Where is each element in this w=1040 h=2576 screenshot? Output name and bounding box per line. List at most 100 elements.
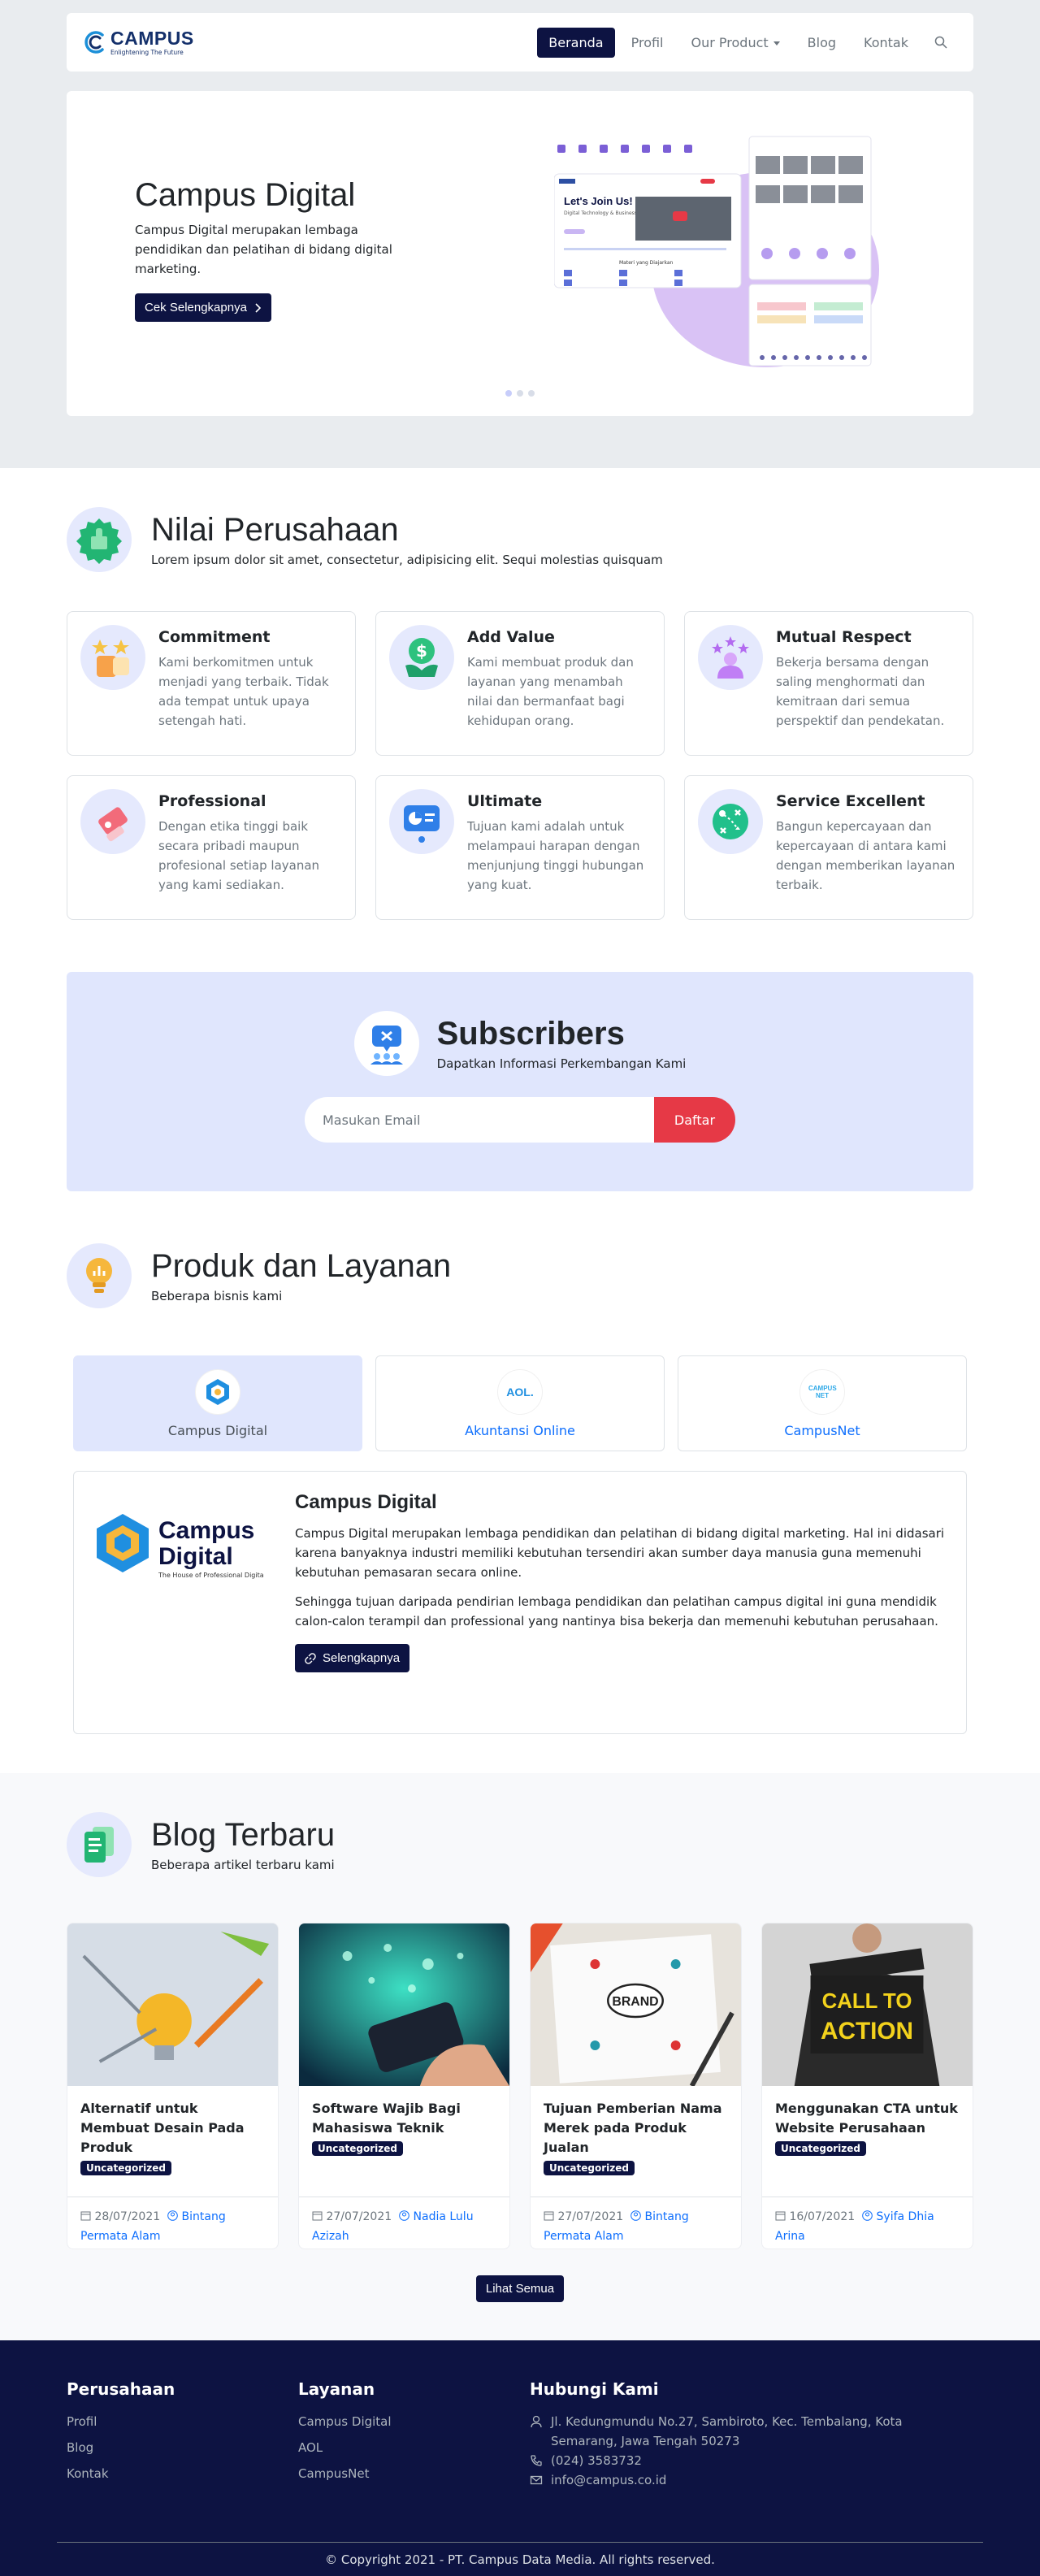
product-logo: Campus Digital The House of Professional… xyxy=(93,1491,300,1714)
calendar-icon xyxy=(544,2211,554,2221)
footer-link-campus-digital[interactable]: Campus Digital xyxy=(298,2409,530,2435)
footer-link-kontak[interactable]: Kontak xyxy=(67,2461,298,2487)
calendar-icon xyxy=(312,2211,323,2221)
footer-link-blog[interactable]: Blog xyxy=(67,2435,298,2461)
brand-logo[interactable]: CAMPUS Enlightening The Future xyxy=(83,27,194,56)
blog-title: Blog Terbaru xyxy=(151,1817,336,1853)
hero-cta-label: Cek Selengkapnya xyxy=(145,301,247,314)
blog-post-title[interactable]: Tujuan Pemberian Nama Merek pada Produk … xyxy=(544,2099,728,2158)
category-badge[interactable]: Uncategorized xyxy=(775,2141,866,2156)
subscribe-form: Daftar xyxy=(305,1097,735,1143)
hero-cta-button[interactable]: Cek Selengkapnya xyxy=(135,293,271,322)
footer-link-aol[interactable]: AOL xyxy=(298,2435,530,2461)
search-icon xyxy=(934,36,947,49)
footer-col-services: Layanan Campus Digital AOL CampusNet xyxy=(298,2379,530,2490)
blog-post-title[interactable]: Software Wajib Bagi Mahasiswa Teknik xyxy=(312,2099,496,2138)
blog-subtitle: Beberapa artikel terbaru kami xyxy=(151,1858,335,1872)
campus-digital-brand-logo: Campus Digital The House of Professional… xyxy=(97,1514,300,1579)
professional-icon xyxy=(80,789,145,854)
blog-post-title[interactable]: Menggunakan CTA untuk Website Perusahaan xyxy=(775,2099,960,2138)
footer-copyright: © Copyright 2021 - PT. Campus Data Media… xyxy=(57,2542,983,2576)
blog-post-date: 27/07/2021 xyxy=(557,2210,624,2223)
hero-text: Campus Digital Campus Digital merupakan … xyxy=(135,177,427,322)
brand-logo-tagline: The House of Professional Digital Market… xyxy=(158,1572,264,1579)
tab-campusnet[interactable]: CAMPUS NET CampusNet xyxy=(678,1355,967,1451)
value-card-ultimate: Ultimate Tujuan kami adalah untuk melamp… xyxy=(375,775,665,920)
category-badge[interactable]: Uncategorized xyxy=(80,2161,171,2175)
footer-address-text: Jl. Kedungmundu No.27, Sambiroto, Kec. T… xyxy=(551,2414,903,2448)
mutual-respect-icon xyxy=(698,625,763,690)
footer-link-campusnet[interactable]: CampusNet xyxy=(298,2461,530,2487)
footer-link-profil[interactable]: Profil xyxy=(67,2409,298,2435)
tab-akuntansi-online[interactable]: AOL. Akuntansi Online xyxy=(375,1355,665,1451)
nav-item-blog[interactable]: Blog xyxy=(796,28,847,58)
search-button[interactable] xyxy=(925,28,957,57)
subscribe-header: Subscribers Dapatkan Informasi Perkemban… xyxy=(67,1011,973,1076)
aol-logo-text: AOL. xyxy=(506,1385,534,1399)
nav-item-beranda[interactable]: Beranda xyxy=(537,27,615,58)
footer-phone[interactable]: (024) 3583732 xyxy=(530,2451,952,2470)
email-input[interactable] xyxy=(305,1097,654,1143)
nav-item-our-product[interactable]: Our Product xyxy=(680,28,791,58)
blog-card-body: Tujuan Pemberian Nama Merek pada Produk … xyxy=(531,2086,741,2197)
link-icon xyxy=(305,1652,316,1664)
category-badge[interactable]: Uncategorized xyxy=(312,2141,403,2156)
value-title: Add Value xyxy=(467,628,555,646)
blog-card[interactable]: Alternatif untuk Membuat Desain Pada Pro… xyxy=(67,1923,279,2249)
blog-card-body: Alternatif untuk Membuat Desain Pada Pro… xyxy=(67,2086,278,2197)
product-panel: Campus Digital The House of Professional… xyxy=(73,1471,967,1734)
value-description: Kami membuat produk dan layanan yang men… xyxy=(467,655,634,728)
lightbulb-icon xyxy=(86,1258,112,1293)
hero-title: Campus Digital xyxy=(135,177,356,213)
hero-description: Campus Digital merupakan lembaga pendidi… xyxy=(135,223,392,276)
hero-mock-heading: Let's Join Us! xyxy=(564,195,633,207)
footer-col-company: Perusahaan Profil Blog Kontak xyxy=(67,2379,298,2490)
footer-email[interactable]: info@campus.co.id xyxy=(530,2470,952,2490)
see-all-button[interactable]: Lihat Semua xyxy=(475,2275,565,2302)
value-description: Kami berkomitmen untuk menjadi yang terb… xyxy=(158,655,329,728)
strategy-icon xyxy=(713,804,748,839)
aol-logo: AOL. xyxy=(497,1368,543,1415)
values-section-icon xyxy=(67,507,132,572)
blog-section-icon xyxy=(67,1812,132,1877)
nav-item-kontak[interactable]: Kontak xyxy=(852,28,920,58)
service-excellent-icon xyxy=(698,789,763,854)
tab-label: Campus Digital xyxy=(167,1422,268,1438)
category-badge[interactable]: Uncategorized xyxy=(544,2161,635,2175)
value-description: Bangun kepercayaan dan kepercayaan di an… xyxy=(776,819,956,892)
values-title: Nilai Perusahaan xyxy=(151,512,399,548)
blog-post-title[interactable]: Alternatif untuk Membuat Desain Pada Pro… xyxy=(80,2099,265,2158)
blog-card[interactable]: CALL TO ACTION Menggunakan CTA untuk Web… xyxy=(761,1923,973,2249)
navbar: CAMPUS Enlightening The Future Beranda P… xyxy=(67,13,973,72)
tab-campus-digital[interactable]: Campus Digital xyxy=(73,1355,362,1451)
blog-card-meta: 28/07/2021 Bintang Permata Alam xyxy=(67,2197,278,2249)
carousel-dot-1[interactable] xyxy=(505,390,512,397)
blog-card[interactable]: BRAND Tujuan Pemberian Nama Merek pada P… xyxy=(530,1923,742,2249)
products-subtitle: Beberapa bisnis kami xyxy=(151,1289,283,1303)
star-handshake-icon xyxy=(92,640,129,677)
value-description: Bekerja bersama dengan saling menghormat… xyxy=(776,655,945,728)
hero-illustration: Let's Join Us! Digital Technology & Busi… xyxy=(554,136,879,367)
footer-col-contact: Hubungi Kami Jl. Kedungmundu No.27, Samb… xyxy=(530,2379,952,2490)
values-grid: Commitment Kami berkomitmen untuk menjad… xyxy=(67,611,973,920)
subscribe-subtitle: Dapatkan Informasi Perkembangan Kami xyxy=(436,1056,687,1071)
value-card-commitment: Commitment Kami berkomitmen untuk menjad… xyxy=(67,611,356,756)
nav-item-profil[interactable]: Profil xyxy=(620,28,675,58)
blog-card[interactable]: Software Wajib Bagi Mahasiswa Teknik Unc… xyxy=(298,1923,510,2249)
ultimate-icon xyxy=(389,789,454,854)
svg-text:$: $ xyxy=(416,641,427,661)
blog-card-meta: 16/07/2021 Syifa Dhia Arina xyxy=(762,2197,973,2249)
product-more-button[interactable]: Selengkapnya xyxy=(295,1644,410,1672)
carousel-dot-2[interactable] xyxy=(517,390,523,397)
blog-thumbnail-phone-apps xyxy=(299,1923,509,2086)
logo-name: CAMPUS xyxy=(110,27,194,49)
subscribe-button[interactable]: Daftar xyxy=(654,1097,735,1143)
phone-icon xyxy=(531,2455,542,2466)
logo-tagline: Enlightening The Future xyxy=(110,48,184,56)
nav-menu: Beranda Profil Our Product Blog Kontak xyxy=(537,27,957,58)
carousel-dot-3[interactable] xyxy=(528,390,535,397)
see-all-wrapper: Lihat Semua xyxy=(67,2275,973,2302)
calendar-icon xyxy=(80,2211,91,2221)
products-section-icon xyxy=(67,1243,132,1308)
product-title: Campus Digital xyxy=(295,1491,437,1513)
